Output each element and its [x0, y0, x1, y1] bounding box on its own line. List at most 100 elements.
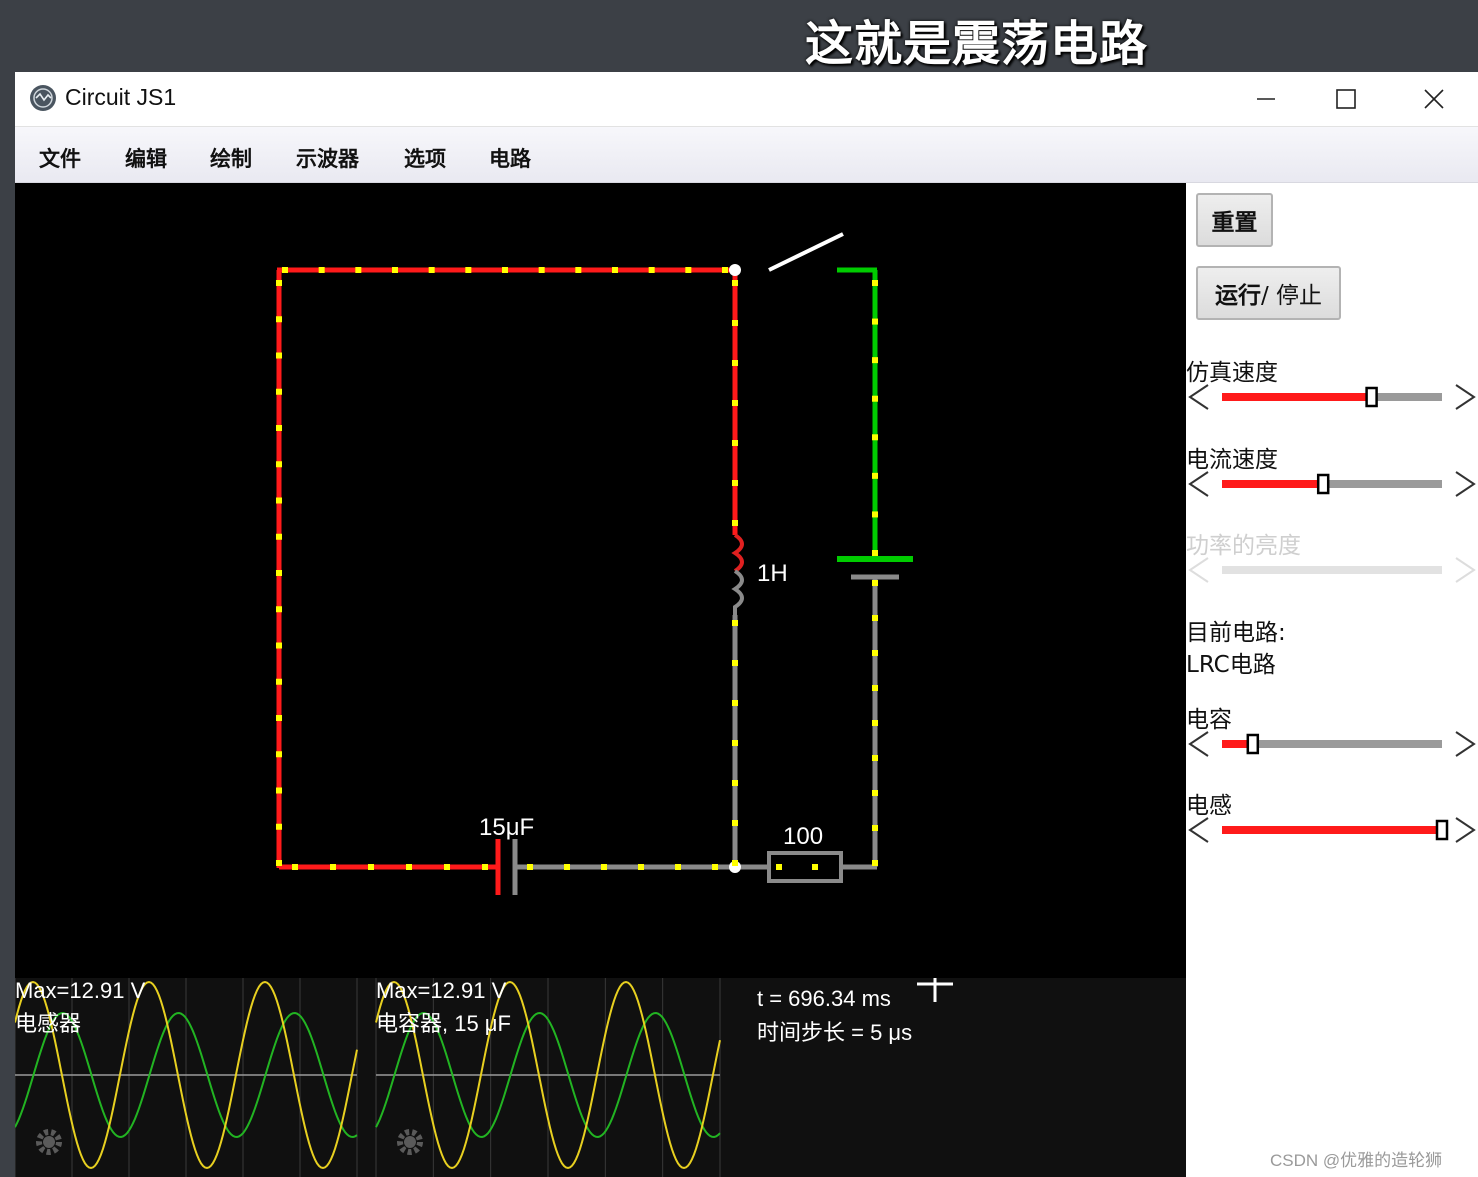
- current-dot: [872, 511, 878, 518]
- slider-right-arrow-icon[interactable]: [1455, 731, 1476, 757]
- current-dot: [732, 480, 738, 486]
- current-dot: [732, 360, 738, 366]
- current-dot: [648, 267, 655, 273]
- current-dot: [872, 280, 878, 286]
- current-dot: [732, 280, 738, 286]
- scope-graphs[interactable]: [15, 978, 1186, 1177]
- menu-draw[interactable]: 绘制: [210, 143, 252, 173]
- close-icon[interactable]: [1393, 72, 1473, 126]
- menu-circuits[interactable]: 电路: [489, 143, 531, 173]
- current-dot: [276, 388, 282, 395]
- current-speed-slider[interactable]: [1186, 468, 1478, 500]
- current-dot: [392, 267, 398, 273]
- scope1-name: 电感器: [15, 1011, 82, 1036]
- current-dot: [538, 267, 545, 273]
- window-title: Circuit JS1: [65, 84, 177, 110]
- current-dot: [812, 864, 818, 870]
- menu-options[interactable]: 选项: [404, 143, 446, 173]
- app-window: Circuit JS1 文件 编辑 绘制 示波器 选项 电路 1H 15μF 1…: [15, 72, 1478, 1177]
- current-dot: [732, 520, 738, 526]
- stop-label: / 停止: [1260, 283, 1323, 309]
- slider-right-arrow-icon[interactable]: [1455, 384, 1476, 410]
- switch-lever[interactable]: [768, 232, 844, 272]
- current-dot: [355, 267, 362, 273]
- current-dot: [732, 780, 738, 786]
- current-dot: [732, 700, 738, 706]
- current-dot: [282, 267, 288, 273]
- slider-knob[interactable]: [1246, 733, 1260, 755]
- maximize-icon[interactable]: [1305, 72, 1385, 126]
- time-step: 时间步长 = 5 μs: [757, 1020, 913, 1045]
- resistor-label: 100: [783, 823, 823, 850]
- slider-right-arrow-icon[interactable]: [1455, 471, 1476, 497]
- gear-icon[interactable]: [397, 1129, 423, 1155]
- circuit-canvas[interactable]: 1H 15μF 100 Max=12.91 V 电感器 Max=12.91 V …: [15, 183, 1186, 1177]
- current-dot: [276, 352, 282, 359]
- current-dot: [732, 740, 738, 746]
- current-dot: [872, 825, 878, 831]
- current-dot: [601, 864, 607, 870]
- reset-button[interactable]: 重置: [1196, 193, 1273, 247]
- current-dot: [872, 755, 878, 761]
- current-dot: [276, 570, 282, 576]
- current-dot: [872, 790, 878, 796]
- inductor[interactable]: [731, 533, 744, 573]
- inductance-slider[interactable]: [1186, 814, 1478, 846]
- gear-icon[interactable]: [36, 1129, 62, 1155]
- current-dot: [564, 864, 570, 870]
- current-dot: [276, 280, 282, 286]
- inductor-lower[interactable]: [731, 569, 744, 617]
- sim-speed-slider[interactable]: [1186, 381, 1478, 413]
- slider-right-arrow-icon[interactable]: [1455, 817, 1476, 843]
- current-dot: [276, 533, 282, 540]
- current-dot: [732, 320, 738, 326]
- slider-knob[interactable]: [1316, 473, 1330, 495]
- current-dot: [872, 550, 878, 556]
- current-dot: [712, 864, 718, 870]
- scope2-name: 电容器, 15 μF: [376, 1011, 511, 1036]
- slider-left-arrow-icon[interactable]: [1188, 731, 1209, 757]
- control-sidebar: 重置 运行 / 停止 仿真速度 电流速度 功率的亮度 目前电路: LRC电路 电…: [1186, 183, 1478, 1177]
- current-dot: [675, 864, 681, 870]
- slider-right-arrow-icon: [1455, 557, 1476, 583]
- slider-knob[interactable]: [1435, 819, 1449, 841]
- current-dot: [276, 787, 282, 794]
- menu-bar: 文件 编辑 绘制 示波器 选项 电路: [15, 127, 1478, 183]
- slider-left-arrow-icon: [1188, 557, 1209, 583]
- current-dot: [276, 715, 282, 721]
- current-dot: [872, 580, 878, 586]
- current-dot: [732, 400, 738, 406]
- slider-knob[interactable]: [1365, 386, 1378, 408]
- menu-file[interactable]: 文件: [39, 143, 81, 173]
- menu-scopes[interactable]: 示波器: [296, 143, 359, 173]
- banner-caption: 这就是震荡电路: [805, 16, 1149, 72]
- watermark: CSDN @优雅的造轮狮: [1270, 1151, 1443, 1170]
- current-dot: [732, 440, 738, 446]
- current-dot: [482, 864, 488, 870]
- current-dot: [872, 860, 878, 866]
- scope1-max: Max=12.91 V: [15, 978, 146, 1003]
- run-stop-button[interactable]: 运行 / 停止: [1196, 266, 1341, 320]
- current-dot: [428, 267, 435, 273]
- current-dot: [276, 316, 282, 323]
- menu-edit[interactable]: 编辑: [125, 143, 167, 173]
- slider-left-arrow-icon[interactable]: [1188, 384, 1209, 410]
- current-dot: [276, 425, 282, 431]
- current-dot: [776, 864, 782, 870]
- scope-panel[interactable]: Max=12.91 V 电感器 Max=12.91 V 电容器, 15 μF t…: [15, 978, 1186, 1177]
- current-dot: [732, 820, 738, 826]
- capacitance-slider[interactable]: [1186, 728, 1478, 760]
- current-dot: [444, 864, 450, 870]
- current-dot: [465, 267, 472, 273]
- current-dot: [276, 642, 282, 649]
- current-dot: [292, 864, 298, 870]
- node-top[interactable]: [729, 264, 741, 276]
- current-dot: [276, 751, 282, 758]
- current-dot: [872, 685, 878, 691]
- current-dot: [732, 860, 738, 866]
- sim-time: t = 696.34 ms: [757, 986, 891, 1011]
- slider-left-arrow-icon[interactable]: [1188, 817, 1209, 843]
- slider-left-arrow-icon[interactable]: [1188, 471, 1209, 497]
- minimize-icon[interactable]: [1220, 72, 1300, 126]
- current-dot: [368, 864, 374, 870]
